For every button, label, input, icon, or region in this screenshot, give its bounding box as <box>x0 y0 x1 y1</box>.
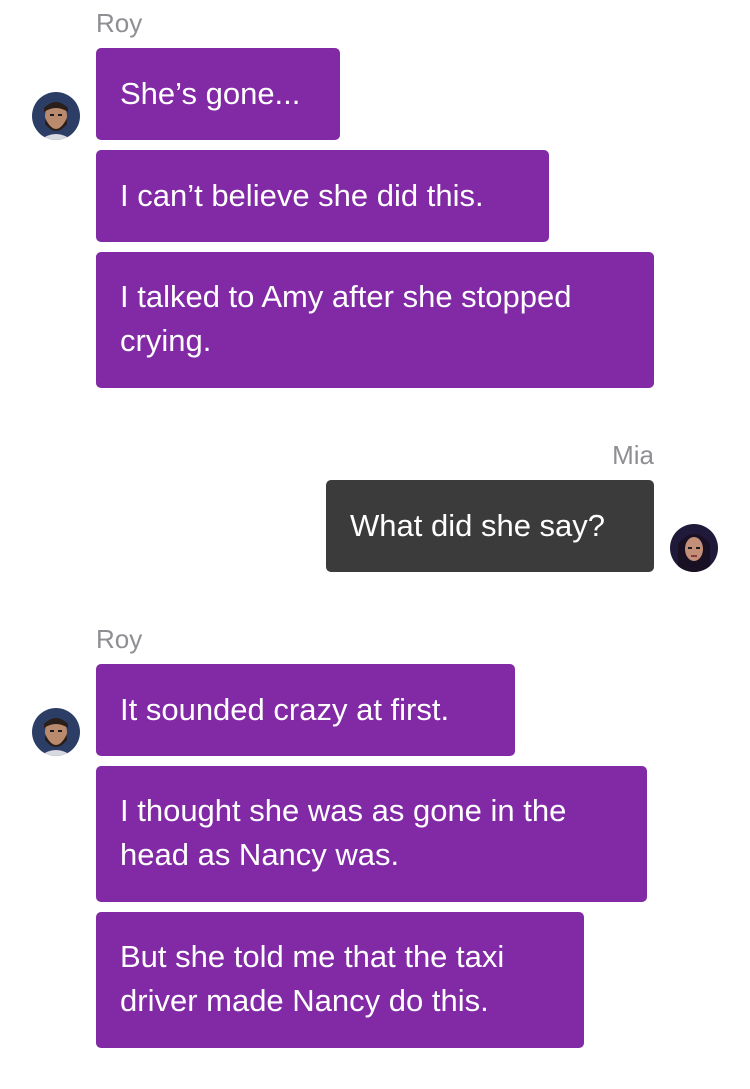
bearded-man-avatar-icon <box>32 92 80 140</box>
message-bubble[interactable]: She’s gone... <box>96 48 340 140</box>
message-bubble[interactable]: I thought she was as gone in the head as… <box>96 766 647 902</box>
avatar-roy[interactable] <box>32 92 80 140</box>
message-bubble[interactable]: But she told me that the taxi driver mad… <box>96 912 584 1048</box>
avatar-roy[interactable] <box>32 708 80 756</box>
sender-name-roy: Roy <box>96 624 143 654</box>
message-bubble[interactable]: It sounded crazy at first. <box>96 664 515 756</box>
message-bubble[interactable]: What did she say? <box>326 480 654 572</box>
woman-avatar-icon <box>670 524 718 572</box>
message-bubble[interactable]: I talked to Amy after she stopped crying… <box>96 252 654 388</box>
bearded-man-avatar-icon <box>32 708 80 756</box>
avatar-mia[interactable] <box>670 524 718 572</box>
sender-name-mia: Mia <box>612 440 654 470</box>
sender-name-roy: Roy <box>96 8 143 38</box>
message-bubble[interactable]: I can’t believe she did this. <box>96 150 549 242</box>
